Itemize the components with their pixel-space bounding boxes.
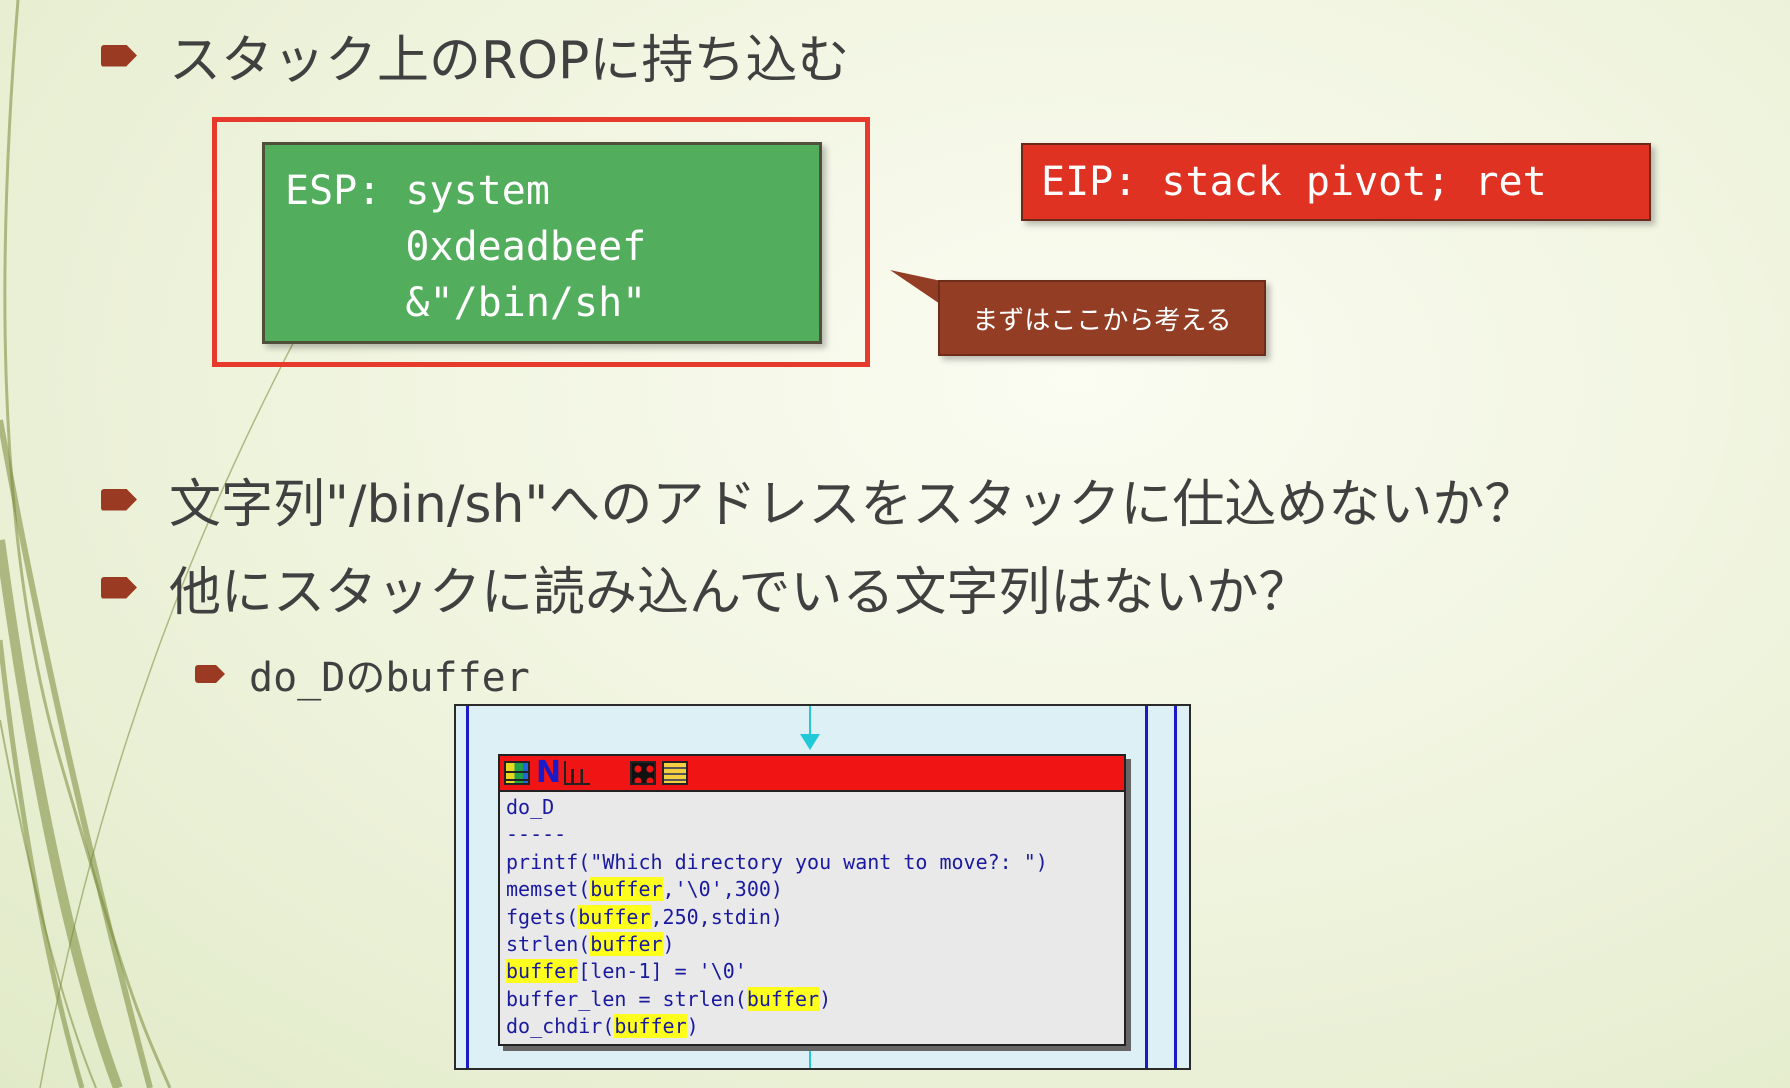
code-node: N do_D ----- printf("Which directory you w… [498,754,1126,1046]
code-line: do_chdir(buffer) [506,1013,1124,1040]
highlighted-token: buffer [590,877,663,902]
code-token: memset( [506,877,591,902]
code-token: ,250,stdin) [650,904,783,929]
sub-bullet-item: do_Dのbuffer [195,645,530,703]
code-token: ,'\0',300) [662,877,783,902]
highlighted-token: buffer [590,932,663,957]
bullet-text: 他にスタックに読み込んでいる文字列はないか？ [169,563,1311,623]
graph-edge [1145,706,1148,1068]
bullet-text: スタック上のROPに持ち込む [169,31,850,91]
code-token: ) [686,1014,699,1039]
bullet-item-3: 他にスタックに読み込んでいる文字列はないか？ [101,550,1310,625]
code-lines: do_D ----- printf("Which directory you wan… [500,792,1124,1041]
esp-box: ESP: system 0xdeadbeef &"/bin/sh" [262,142,822,344]
bullet-item-2: 文字列"/bin/sh"へのアドレスをスタックに仕込めないか？ [101,462,1536,537]
bullet-text: 文字列"/bin/sh"へのアドレスをスタックに仕込めないか？ [169,475,1537,535]
esp-line: ESP: system [285,168,550,214]
code-token: printf("Which directory you want to move… [506,849,1048,874]
code-token: [len-1] = '\0' [578,959,747,984]
callout-box: まずはここから考える [938,280,1266,356]
esp-line: 0xdeadbeef [285,224,647,270]
code-line: printf("Which directory you want to move… [506,849,1124,876]
graph-edge [466,706,469,1068]
n-icon: N [536,755,562,790]
code-token: do_chdir( [506,1014,615,1039]
code-token: ----- [506,822,567,847]
code-token: ) [662,932,675,957]
code-token: ) [819,986,832,1011]
code-line: strlen(buffer) [506,931,1124,958]
bullet-arrow-icon [195,665,225,683]
bullet-arrow-icon [101,576,137,599]
chart-icon [564,761,590,785]
code-line: memset(buffer,'\0',300) [506,876,1124,903]
ida-graph-screenshot: N do_D ----- printf("Which directory you w… [454,704,1191,1070]
doc-icon [662,761,688,785]
node-titlebar: N [500,756,1124,792]
highlighted-token: buffer [746,986,820,1011]
code-line: do_D [506,794,1124,821]
code-line: buffer[len-1] = '\0' [506,958,1124,985]
bullet-arrow-icon [101,44,137,67]
code-line: fgets(buffer,250,stdin) [506,904,1124,931]
graph-edge [1174,706,1177,1068]
highlighted-token: buffer [506,959,579,984]
bullet-item-1: スタック上のROPに持ち込む [101,18,849,93]
highlighted-token: buffer [578,904,651,929]
code-token: do_D [506,795,555,819]
eip-box: EIP: stack pivot; ret [1021,143,1651,221]
grid-icon [504,761,530,785]
code-token: strlen( [506,932,591,957]
bullet-arrow-icon [101,488,137,511]
esp-line: &"/bin/sh" [285,280,647,326]
code-token: buffer_len = strlen( [506,986,747,1011]
code-token: fgets( [506,904,579,929]
graph-icon [630,761,656,785]
highlighted-token: buffer [614,1014,687,1039]
bullet-text: do_Dのbuffer [249,655,530,701]
code-line: buffer_len = strlen(buffer) [506,986,1124,1013]
arrow-down-icon [800,734,820,750]
code-line: ----- [506,821,1124,848]
